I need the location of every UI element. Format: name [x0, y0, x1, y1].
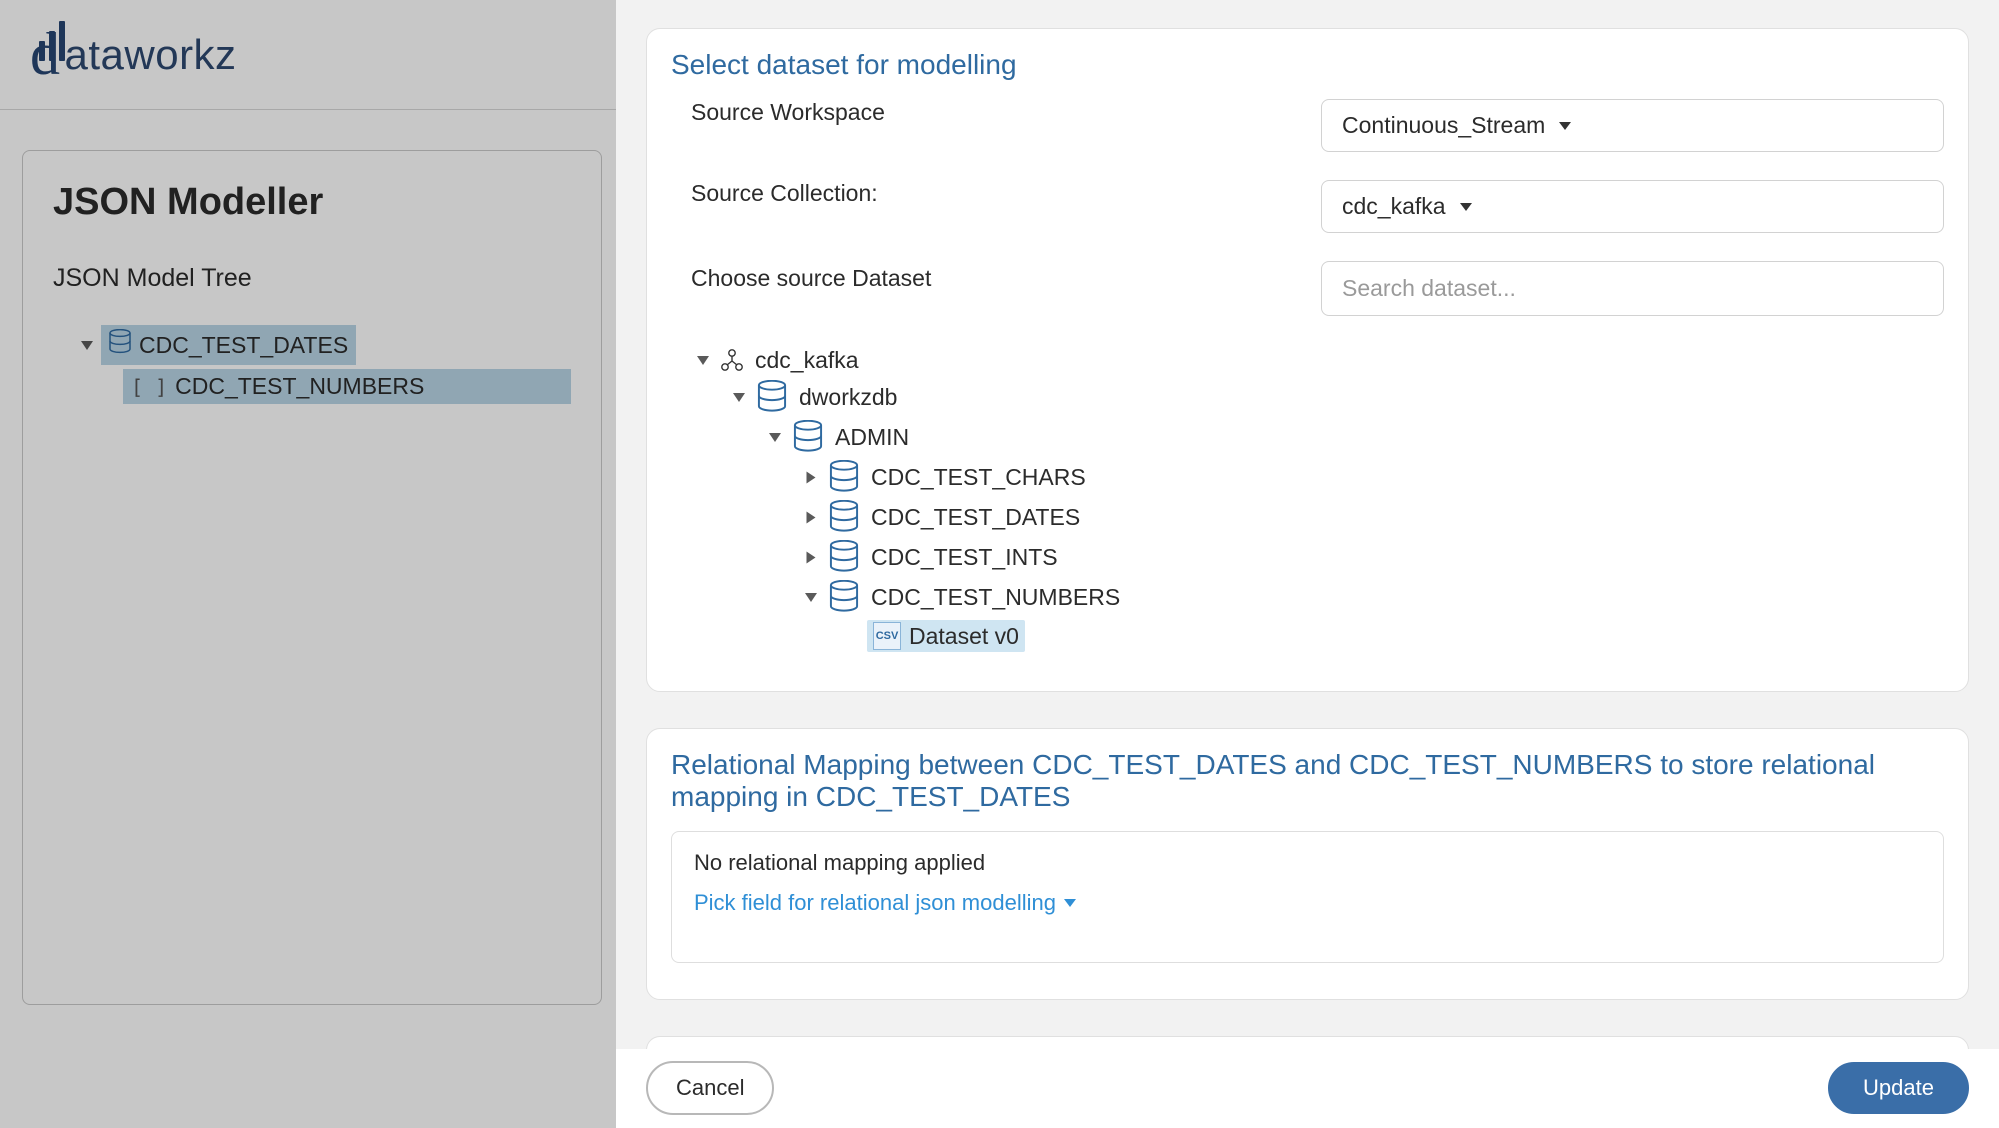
database-icon [827, 500, 861, 534]
database-icon [827, 580, 861, 614]
tree-node-label: dworkzdb [799, 384, 897, 411]
tree-node-label: CDC_TEST_DATES [871, 504, 1080, 531]
cluster-icon [719, 348, 745, 374]
choose-dataset-label: Choose source Dataset [671, 261, 1281, 292]
source-dataset-tree: cdc_kafka dworkzdb ADMIN [671, 344, 1944, 655]
card-title: Relational Mapping between CDC_TEST_DATE… [671, 749, 1944, 813]
tree-node-label: cdc_kafka [755, 347, 859, 374]
tree-node-table[interactable]: CDC_TEST_DATES [799, 497, 1944, 537]
card-title: Select dataset for modelling [671, 49, 1944, 81]
tree-node-label: ADMIN [835, 424, 909, 451]
tree-node-dataset[interactable]: CSV Dataset v0 [861, 617, 1944, 655]
database-icon [755, 380, 789, 414]
dropdown-value: Continuous_Stream [1342, 112, 1545, 139]
tree-node-db[interactable]: dworkzdb [727, 377, 1944, 417]
database-icon [791, 420, 825, 454]
caret-down-icon [1559, 122, 1571, 130]
tree-node-table[interactable]: CDC_TEST_NUMBERS [799, 577, 1944, 617]
database-icon [827, 540, 861, 574]
select-date-header-card: Select date and header for CDC_TEST_NUMB… [646, 1036, 1969, 1049]
source-collection-dropdown[interactable]: cdc_kafka [1321, 180, 1944, 233]
caret-down-icon [1460, 203, 1472, 211]
dropdown-value: cdc_kafka [1342, 193, 1446, 220]
chevron-down-icon [1064, 899, 1076, 907]
source-collection-label: Source Collection: [671, 180, 1281, 207]
source-workspace-label: Source Workspace [671, 99, 1281, 126]
chevron-down-icon [769, 433, 781, 442]
search-dataset-input[interactable]: Search dataset... [1321, 261, 1944, 316]
source-workspace-dropdown[interactable]: Continuous_Stream [1321, 99, 1944, 152]
cancel-button[interactable]: Cancel [646, 1061, 774, 1115]
tree-node-collection[interactable]: cdc_kafka [691, 344, 1944, 377]
database-icon [827, 460, 861, 494]
chevron-down-icon [733, 393, 745, 402]
tree-node-label: CDC_TEST_NUMBERS [871, 584, 1120, 611]
tree-node-label: CDC_TEST_CHARS [871, 464, 1086, 491]
tree-node-schema[interactable]: ADMIN [763, 417, 1944, 457]
modal-panel: Select dataset for modelling Source Work… [616, 0, 1999, 1128]
chevron-right-icon [807, 511, 816, 523]
tree-node-table[interactable]: CDC_TEST_INTS [799, 537, 1944, 577]
pick-field-link[interactable]: Pick field for relational json modelling [694, 890, 1921, 916]
tree-node-label: CDC_TEST_INTS [871, 544, 1058, 571]
select-dataset-card: Select dataset for modelling Source Work… [646, 28, 1969, 692]
mapping-status-text: No relational mapping applied [694, 850, 1921, 876]
update-button[interactable]: Update [1828, 1062, 1969, 1114]
tree-node-label: Dataset v0 [909, 623, 1019, 650]
relational-mapping-card: Relational Mapping between CDC_TEST_DATE… [646, 728, 1969, 1000]
csv-icon: CSV [873, 622, 901, 650]
chevron-right-icon [807, 471, 816, 483]
chevron-right-icon [807, 551, 816, 563]
mapping-inner-box: No relational mapping applied Pick field… [671, 831, 1944, 963]
chevron-down-icon [697, 356, 709, 365]
chevron-down-icon [805, 593, 817, 602]
tree-node-table[interactable]: CDC_TEST_CHARS [799, 457, 1944, 497]
modal-footer: Cancel Update [616, 1049, 1999, 1128]
